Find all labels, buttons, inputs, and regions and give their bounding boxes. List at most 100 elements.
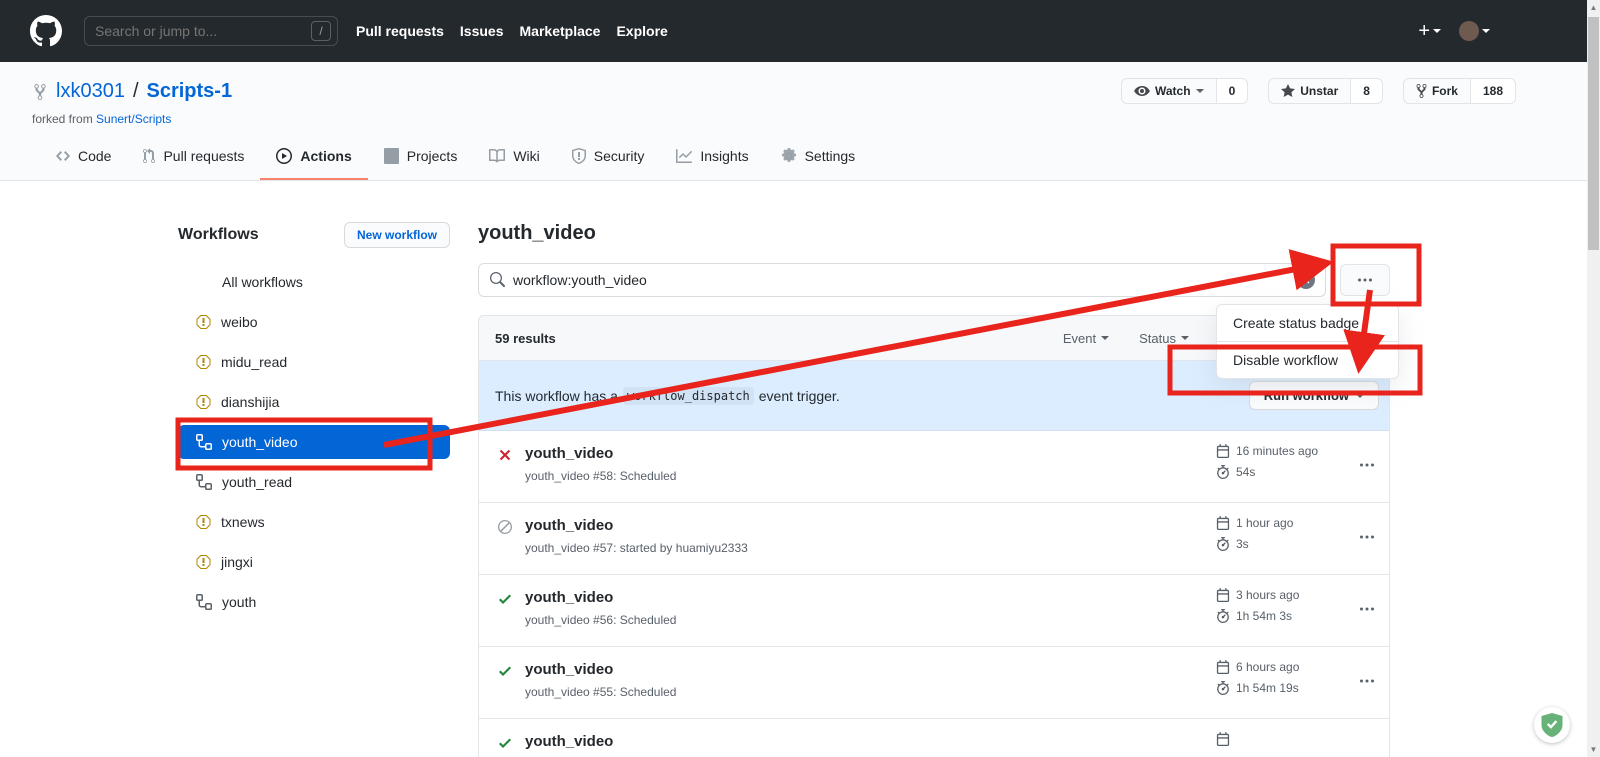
menu-item-disable-workflow[interactable]: Disable workflow bbox=[1217, 341, 1398, 378]
nav-issues[interactable]: Issues bbox=[460, 23, 504, 39]
warning-icon bbox=[196, 394, 211, 410]
close-icon bbox=[1302, 276, 1311, 285]
nav-marketplace[interactable]: Marketplace bbox=[520, 23, 601, 39]
star-icon bbox=[1281, 83, 1295, 99]
repo-owner-link[interactable]: lxk0301 bbox=[56, 80, 125, 103]
forked-from-label: forked from bbox=[32, 112, 93, 126]
star-count[interactable]: 8 bbox=[1351, 78, 1383, 104]
run-workflow-button[interactable]: Run workflow bbox=[1249, 381, 1379, 410]
tab-code[interactable]: Code bbox=[40, 136, 127, 180]
fork-button[interactable]: Fork bbox=[1403, 78, 1471, 104]
kebab-horizontal-icon bbox=[1359, 601, 1375, 617]
watch-count[interactable]: 0 bbox=[1217, 78, 1249, 104]
sidebar-item-weibo[interactable]: weibo bbox=[178, 302, 450, 342]
workflow-label: jingxi bbox=[221, 554, 253, 570]
workflow-icon bbox=[196, 434, 212, 450]
sidebar-item-midu-read[interactable]: midu_read bbox=[178, 342, 450, 382]
chevron-down-icon bbox=[1356, 394, 1364, 398]
clear-filter-button[interactable] bbox=[1297, 271, 1315, 289]
event-filter-dropdown[interactable]: Event bbox=[1063, 331, 1109, 346]
run-title-link[interactable]: youth_video bbox=[525, 445, 676, 462]
run-time: 3 hours ago bbox=[1236, 588, 1299, 602]
workflow-options-button[interactable] bbox=[1340, 264, 1390, 296]
unstar-label: Unstar bbox=[1300, 84, 1338, 98]
run-row[interactable]: youth_video youth_video #56: Scheduled 3… bbox=[479, 575, 1389, 647]
workflow-runs-panel: youth_video 59 results Event Status bbox=[478, 222, 1390, 757]
workflow-label: midu_read bbox=[221, 354, 287, 370]
nav-explore[interactable]: Explore bbox=[616, 23, 667, 39]
tab-insights[interactable]: Insights bbox=[660, 136, 764, 180]
tab-projects[interactable]: Projects bbox=[368, 136, 474, 180]
warning-icon bbox=[196, 514, 211, 530]
tab-label: Security bbox=[594, 148, 645, 164]
sidebar-item-youth-read[interactable]: youth_read bbox=[178, 462, 450, 502]
nav-pull-requests[interactable]: Pull requests bbox=[356, 23, 444, 39]
sidebar-item-youth[interactable]: youth bbox=[178, 582, 450, 622]
shield-icon bbox=[572, 148, 586, 164]
workflow-icon bbox=[196, 594, 212, 610]
scrollbar-down-arrow[interactable]: ▼ bbox=[1587, 742, 1600, 757]
run-title-link[interactable]: youth_video bbox=[525, 661, 676, 678]
run-title-link[interactable]: youth_video bbox=[525, 733, 613, 750]
run-title-link[interactable]: youth_video bbox=[525, 517, 748, 534]
fork-count[interactable]: 188 bbox=[1471, 78, 1516, 104]
watch-button[interactable]: Watch bbox=[1121, 78, 1217, 104]
watch-label: Watch bbox=[1155, 84, 1191, 98]
menu-item-create-status-badge[interactable]: Create status badge bbox=[1217, 305, 1398, 341]
run-duration: 54s bbox=[1236, 465, 1255, 479]
global-search[interactable]: / bbox=[84, 16, 338, 46]
status-filter-dropdown[interactable]: Status bbox=[1139, 331, 1189, 346]
create-new-button[interactable]: + bbox=[1418, 20, 1441, 43]
user-menu-button[interactable] bbox=[1459, 21, 1490, 41]
scrollbar-thumb[interactable] bbox=[1588, 17, 1599, 250]
graph-icon bbox=[676, 148, 692, 164]
tab-actions[interactable]: Actions bbox=[260, 136, 367, 180]
run-options-button[interactable] bbox=[1359, 457, 1375, 478]
run-options-button[interactable] bbox=[1359, 601, 1375, 622]
run-duration: 1h 54m 3s bbox=[1236, 609, 1292, 623]
repo-name-link[interactable]: Scripts-1 bbox=[147, 80, 233, 103]
github-logo-icon[interactable] bbox=[30, 15, 62, 47]
results-count: 59 results bbox=[495, 331, 556, 346]
chevron-down-icon bbox=[1482, 29, 1490, 33]
run-row[interactable]: youth_video bbox=[479, 719, 1389, 757]
run-time: 6 hours ago bbox=[1236, 660, 1299, 674]
tab-security[interactable]: Security bbox=[556, 136, 661, 180]
kebab-horizontal-icon bbox=[1359, 673, 1375, 689]
sidebar-item-youth-video[interactable]: youth_video bbox=[178, 425, 450, 459]
run-row[interactable]: youth_video youth_video #55: Scheduled 6… bbox=[479, 647, 1389, 719]
sidebar-item-jingxi[interactable]: jingxi bbox=[178, 542, 450, 582]
run-title-link[interactable]: youth_video bbox=[525, 589, 676, 606]
browser-scrollbar[interactable]: ▲ ▼ bbox=[1587, 0, 1600, 757]
skipped-circle-slash-icon bbox=[497, 519, 513, 535]
repo-tabs: Code Pull requests Actions Projects Wiki… bbox=[40, 136, 871, 180]
check-success-icon bbox=[497, 663, 513, 679]
run-row[interactable]: youth_video youth_video #57: started by … bbox=[479, 503, 1389, 575]
forked-from-link[interactable]: Sunert/Scripts bbox=[96, 112, 171, 126]
scrollbar-up-arrow[interactable]: ▲ bbox=[1587, 0, 1600, 15]
run-subtitle: youth_video #58: Scheduled bbox=[525, 469, 676, 483]
new-workflow-button[interactable]: New workflow bbox=[344, 222, 450, 248]
workflows-heading: Workflows bbox=[178, 226, 259, 244]
kebab-horizontal-icon bbox=[1359, 529, 1375, 545]
adguard-shield-badge[interactable] bbox=[1534, 707, 1570, 743]
repo-forked-icon bbox=[32, 83, 48, 101]
stopwatch-icon bbox=[1216, 681, 1230, 695]
book-icon bbox=[489, 148, 505, 164]
sidebar-item-dianshijia[interactable]: dianshijia bbox=[178, 382, 450, 422]
run-options-button[interactable] bbox=[1359, 673, 1375, 694]
sidebar-item-all-workflows[interactable]: All workflows bbox=[178, 262, 450, 302]
tab-pull-requests[interactable]: Pull requests bbox=[127, 136, 260, 180]
tab-settings[interactable]: Settings bbox=[765, 136, 872, 180]
run-options-button[interactable] bbox=[1359, 529, 1375, 550]
stopwatch-icon bbox=[1216, 609, 1230, 623]
global-search-input[interactable] bbox=[95, 23, 311, 39]
run-row[interactable]: youth_video youth_video #58: Scheduled 1… bbox=[479, 431, 1389, 503]
unstar-button[interactable]: Unstar bbox=[1268, 78, 1351, 104]
tab-wiki[interactable]: Wiki bbox=[473, 136, 555, 180]
gear-icon bbox=[781, 148, 797, 164]
run-subtitle: youth_video #57: started by huamiyu2333 bbox=[525, 541, 748, 555]
runs-filter-input[interactable] bbox=[513, 272, 1289, 288]
banner-code: workflow_dispatch bbox=[623, 387, 754, 405]
sidebar-item-txnews[interactable]: txnews bbox=[178, 502, 450, 542]
